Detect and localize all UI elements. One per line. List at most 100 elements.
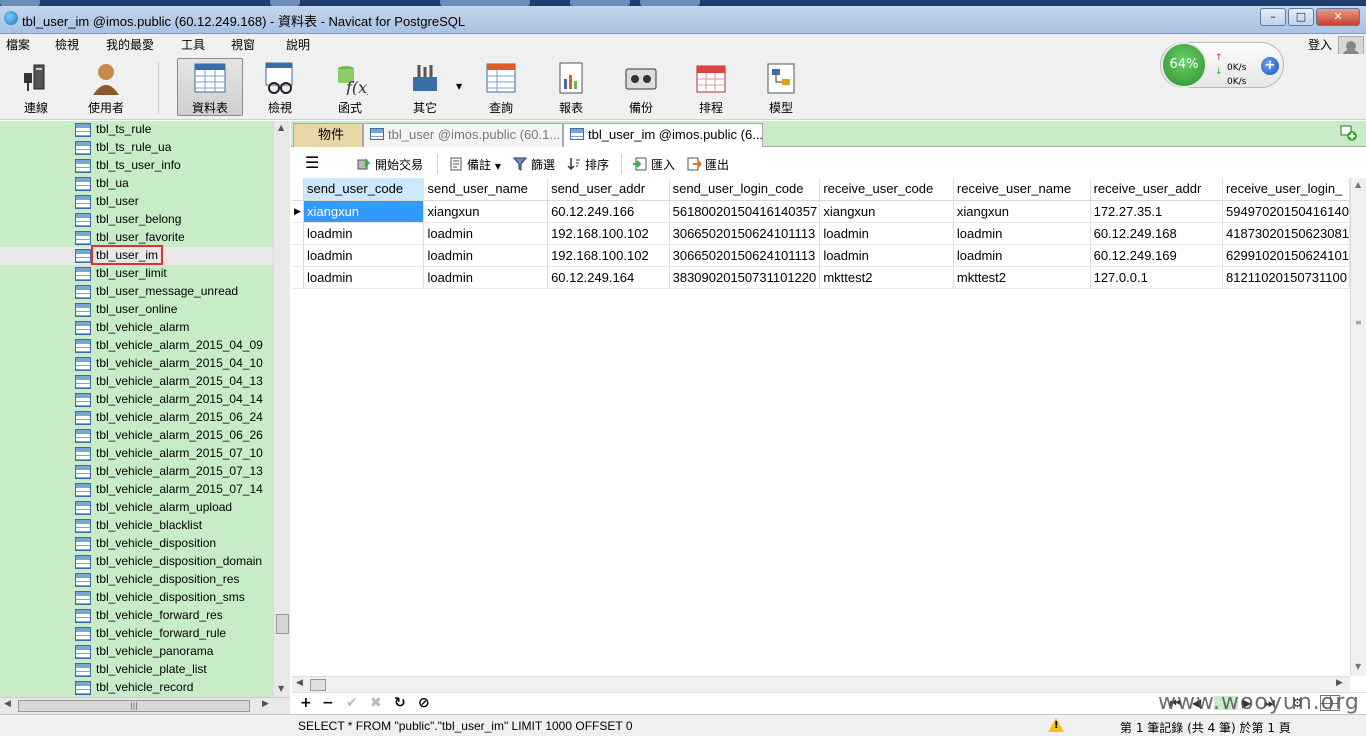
filter-button[interactable]: 篩選: [513, 156, 555, 173]
other-dropdown-arrow[interactable]: ▼: [456, 82, 462, 91]
tree-item[interactable]: tbl_vehicle_plate_list: [0, 661, 273, 679]
table-cell[interactable]: 192.168.100.102: [547, 222, 670, 245]
table-cell[interactable]: 60.12.249.164: [547, 266, 670, 289]
scroll-left-arrow-icon[interactable]: ◀: [4, 699, 11, 709]
row-indicator[interactable]: [292, 266, 305, 289]
toolbar-view-button[interactable]: 檢視: [249, 58, 311, 116]
table-cell[interactable]: loadmin: [303, 222, 425, 245]
current-row-indicator-icon[interactable]: ▶: [292, 200, 305, 223]
toolbar-report-button[interactable]: 報表: [540, 58, 602, 116]
tree-item[interactable]: tbl_vehicle_disposition: [0, 535, 273, 553]
tree-item[interactable]: tbl_ua: [0, 175, 273, 193]
table-cell[interactable]: loadmin: [819, 222, 954, 245]
new-tab-icon[interactable]: [1340, 125, 1358, 141]
table-row[interactable]: loadmin loadmin 192.168.100.102 30665020150…: [292, 222, 1350, 245]
table-cell[interactable]: 38309020150731101220: [669, 266, 821, 289]
import-button[interactable]: 匯入: [633, 156, 675, 173]
table-cell[interactable]: 56180020150416140357: [669, 200, 821, 223]
table-cell[interactable]: loadmin: [423, 244, 549, 267]
scroll-thumb[interactable]: [310, 679, 326, 691]
menu-window[interactable]: 視窗: [231, 36, 255, 53]
table-cell[interactable]: 127.0.0.1: [1090, 266, 1224, 289]
tree-item[interactable]: tbl_user: [0, 193, 273, 211]
stop-button[interactable]: ⊘: [418, 695, 430, 711]
table-cell[interactable]: xiangxun: [819, 200, 954, 223]
tree-item[interactable]: tbl_vehicle_alarm_2015_07_14: [0, 481, 273, 499]
memo-button[interactable]: 備註 ▼: [449, 156, 501, 173]
toolbar-query-button[interactable]: 查詢: [470, 58, 532, 116]
table-cell[interactable]: 59497020150416140: [1222, 200, 1350, 223]
table-cell[interactable]: xiangxun: [953, 200, 1091, 223]
menu-icon[interactable]: ☰: [305, 153, 319, 172]
column-header[interactable]: receive_user_name: [953, 178, 1091, 201]
column-header[interactable]: receive_user_login_: [1222, 178, 1350, 201]
table-cell[interactable]: xiangxun: [303, 200, 425, 223]
scroll-up-arrow-icon[interactable]: ▲: [1355, 180, 1361, 189]
plus-icon[interactable]: +: [1261, 57, 1279, 75]
tree-item[interactable]: tbl_vehicle_alarm_2015_04_09: [0, 337, 273, 355]
discard-changes-button[interactable]: ✖: [370, 695, 382, 711]
table-cell[interactable]: loadmin: [819, 244, 954, 267]
scroll-left-arrow-icon[interactable]: ◀: [296, 678, 303, 688]
column-header[interactable]: receive_user_code: [819, 178, 954, 201]
toolbar-function-button[interactable]: f(x) 函式: [319, 58, 381, 116]
scroll-thumb[interactable]: [276, 614, 289, 634]
tree-item[interactable]: tbl_vehicle_alarm_upload: [0, 499, 273, 517]
scroll-up-arrow-icon[interactable]: ▲: [278, 123, 284, 132]
scroll-grip-icon[interactable]: ≡: [1355, 318, 1362, 327]
table-cell[interactable]: loadmin: [423, 222, 549, 245]
toolbar-table-button[interactable]: 資料表: [177, 58, 243, 116]
table-row[interactable]: loadmin loadmin 192.168.100.102 30665020150…: [292, 244, 1350, 267]
tree-item[interactable]: tbl_user_im: [0, 245, 273, 265]
tab-tbl-user-im[interactable]: tbl_user_im @imos.public (6...: [563, 123, 763, 147]
tree-vertical-scrollbar[interactable]: ▲ ▼: [273, 121, 290, 697]
row-indicator[interactable]: [292, 244, 305, 267]
row-indicator[interactable]: [292, 222, 305, 245]
table-cell[interactable]: 30665020150624101113: [669, 222, 821, 245]
table-cell[interactable]: loadmin: [953, 244, 1091, 267]
column-header[interactable]: send_user_login_code: [669, 178, 821, 201]
begin-transaction-button[interactable]: 開始交易: [357, 156, 423, 173]
toolbar-user-button[interactable]: 使用者: [75, 58, 137, 116]
table-cell[interactable]: mkttest2: [819, 266, 954, 289]
table-cell[interactable]: 81211020150731100: [1222, 266, 1350, 289]
tree-item[interactable]: tbl_ts_user_info: [0, 157, 273, 175]
apply-changes-button[interactable]: ✔: [346, 695, 358, 711]
tree-horizontal-scrollbar[interactable]: ◀ ||| ▶: [0, 697, 290, 714]
tree-item[interactable]: tbl_user_online: [0, 301, 273, 319]
tree-item[interactable]: tbl_vehicle_alarm_2015_07_10: [0, 445, 273, 463]
toolbar-other-button[interactable]: 其它: [394, 58, 456, 116]
tree-item[interactable]: tbl_ts_rule_ua: [0, 139, 273, 157]
export-button[interactable]: 匯出: [687, 156, 729, 173]
tree-item[interactable]: tbl_vehicle_forward_rule: [0, 625, 273, 643]
menu-file[interactable]: 檔案: [6, 36, 30, 53]
close-button[interactable]: ✕: [1316, 8, 1360, 26]
warning-icon[interactable]: [1048, 718, 1064, 732]
table-row[interactable]: ▶ xiangxun xiangxun 60.12.249.166 5618002015…: [292, 200, 1350, 223]
toolbar-backup-button[interactable]: 備份: [610, 58, 672, 116]
grid-vertical-scrollbar[interactable]: ▲ ≡ ▼: [1350, 178, 1366, 676]
column-header[interactable]: send_user_name: [423, 178, 549, 201]
menu-view[interactable]: 檢視: [55, 36, 79, 53]
table-cell[interactable]: 41873020150623081: [1222, 222, 1350, 245]
table-row[interactable]: loadmin loadmin 60.12.249.164 3830902015073…: [292, 266, 1350, 289]
scroll-down-arrow-icon[interactable]: ▼: [1355, 662, 1361, 671]
delete-record-button[interactable]: −: [322, 695, 334, 711]
table-cell[interactable]: 60.12.249.166: [547, 200, 670, 223]
minimize-button[interactable]: –: [1260, 8, 1286, 26]
table-cell[interactable]: mkttest2: [953, 266, 1091, 289]
add-record-button[interactable]: +: [300, 695, 312, 711]
tree-item[interactable]: tbl_vehicle_alarm_2015_04_14: [0, 391, 273, 409]
tree-item[interactable]: tbl_vehicle_alarm_2015_06_26: [0, 427, 273, 445]
network-speed-widget[interactable]: 64% ↑ 0K/s ↓ 0K/s +: [1160, 42, 1284, 88]
refresh-button[interactable]: ↻: [394, 695, 406, 711]
tree-item[interactable]: tbl_ts_rule: [0, 121, 273, 139]
column-header[interactable]: send_user_addr: [547, 178, 670, 201]
tree-item[interactable]: tbl_vehicle_disposition_res: [0, 571, 273, 589]
table-cell[interactable]: 192.168.100.102: [547, 244, 670, 267]
sort-button[interactable]: 排序: [567, 156, 609, 173]
tree-item[interactable]: tbl_vehicle_alarm_2015_04_13: [0, 373, 273, 391]
table-cell[interactable]: 62991020150624101: [1222, 244, 1350, 267]
tree-item[interactable]: tbl_vehicle_blacklist: [0, 517, 273, 535]
tree-item[interactable]: tbl_vehicle_disposition_domain: [0, 553, 273, 571]
